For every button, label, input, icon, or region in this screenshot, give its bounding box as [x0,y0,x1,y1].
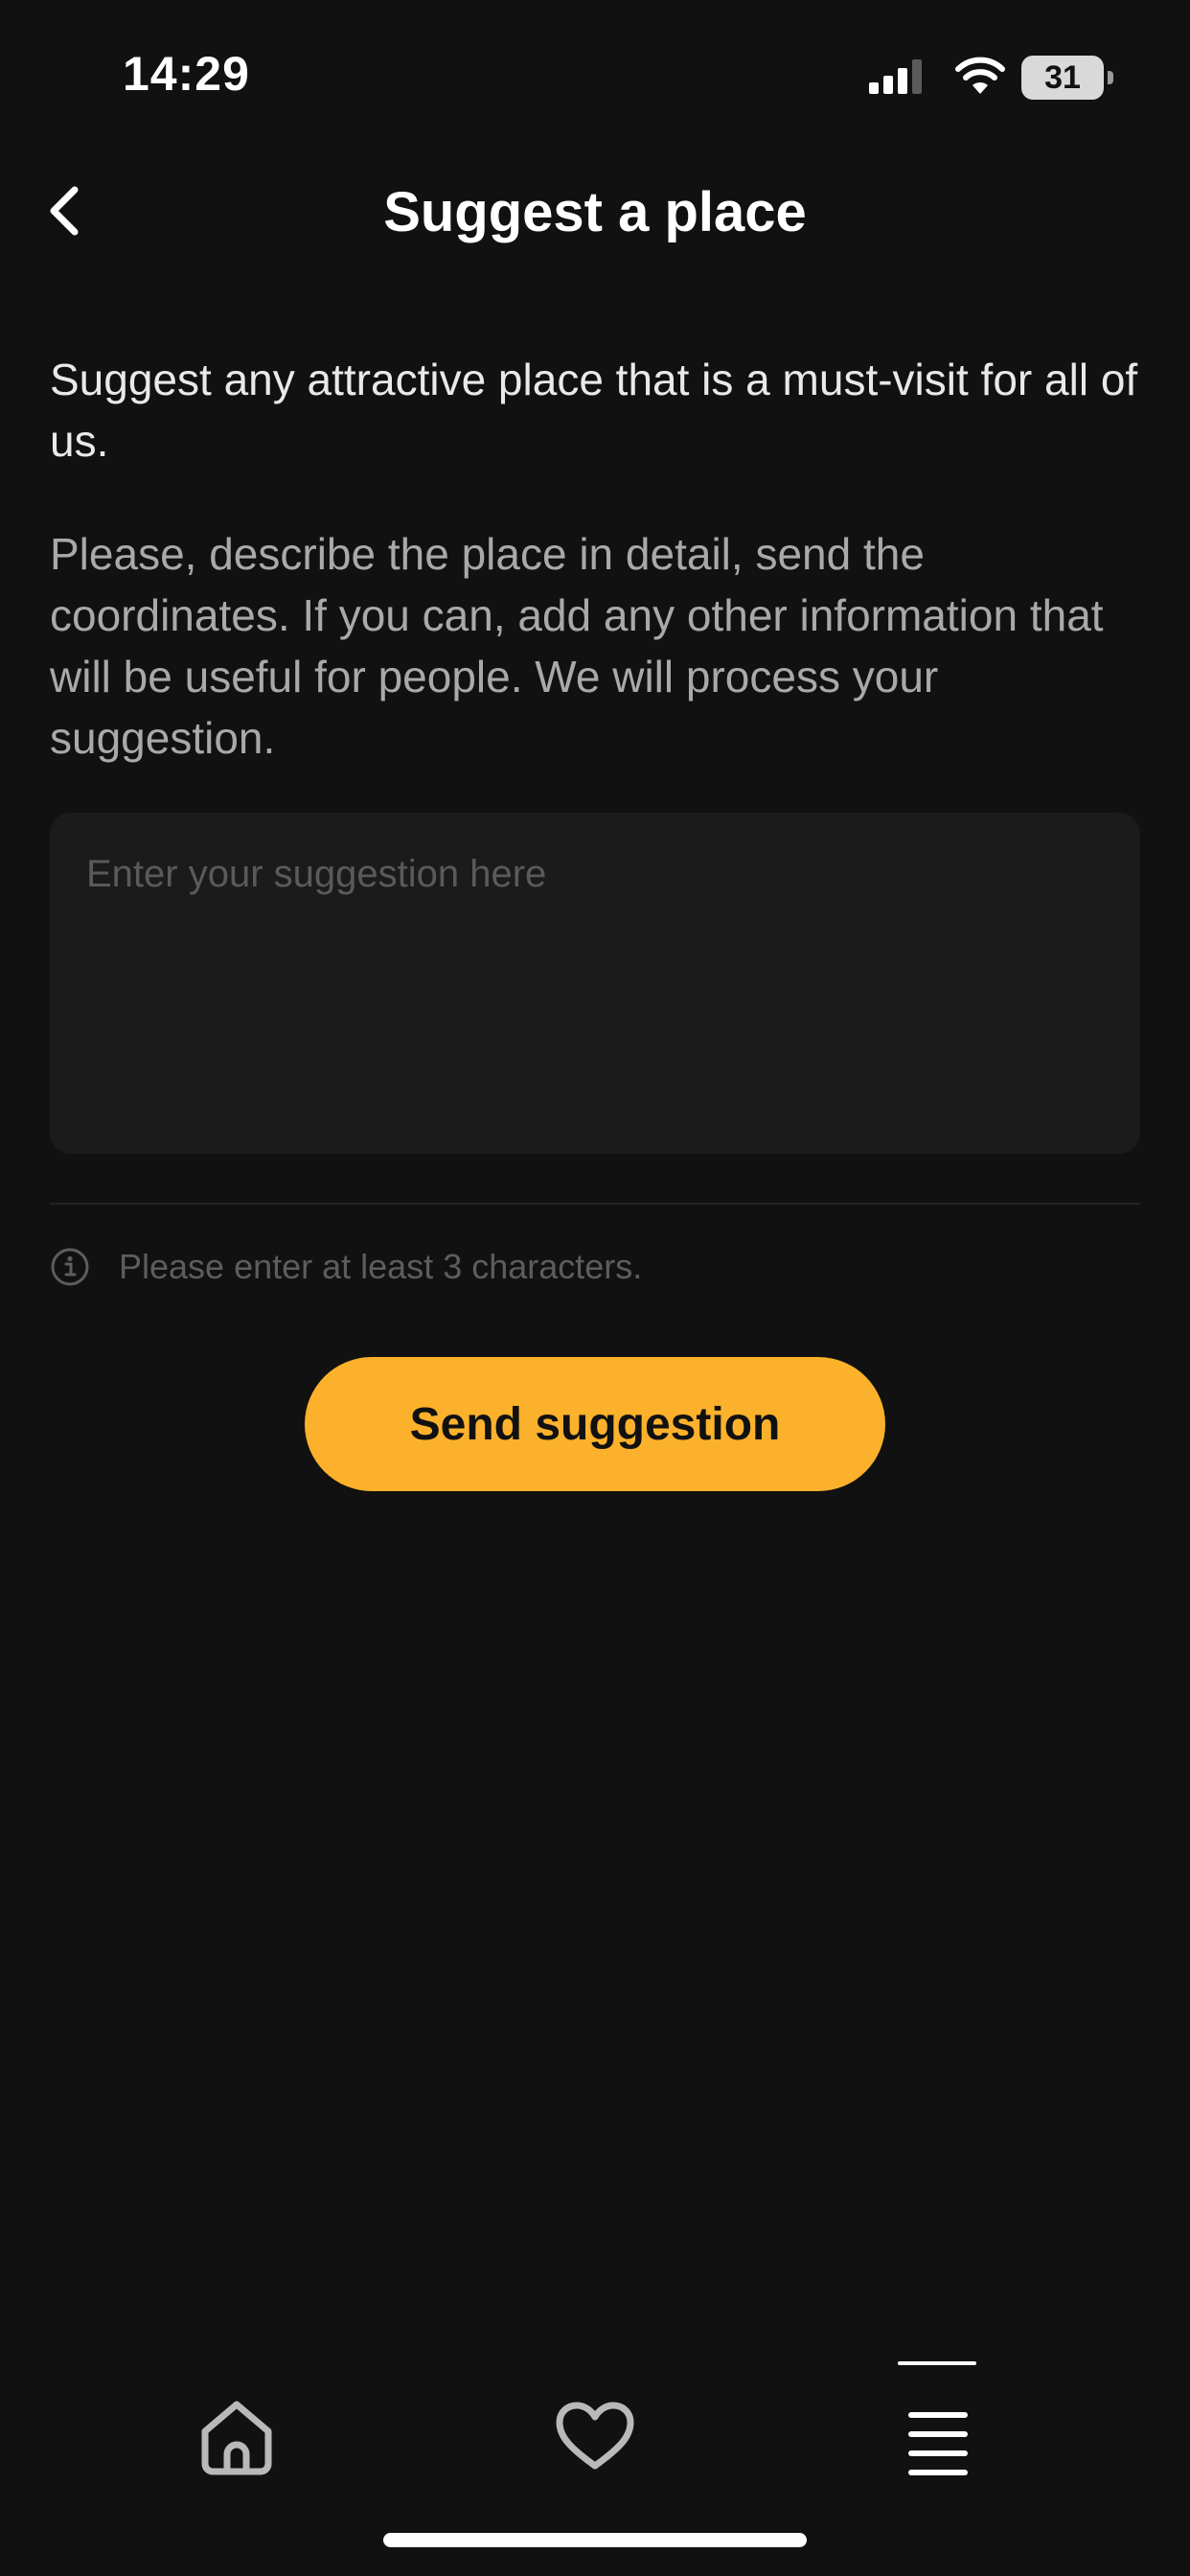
status-time: 14:29 [123,47,250,101]
nav-favorites[interactable] [542,2381,648,2487]
nav-menu[interactable] [889,2358,995,2475]
send-suggestion-button[interactable]: Send suggestion [305,1357,885,1491]
battery-icon: 31 [1021,56,1115,100]
detail-text: Please, describe the place in detail, se… [50,529,1104,763]
home-icon [201,2401,272,2475]
wifi-icon [955,57,1005,94]
battery-tip [1108,71,1113,84]
info-icon [51,1248,89,1286]
nav-home[interactable] [184,2381,289,2487]
page-title: Suggest a place [383,181,807,243]
divider [50,1203,1140,1205]
validation-hint: Please enter at least 3 characters. [50,1243,642,1291]
suggestion-input[interactable] [50,813,1140,1154]
status-bar: 14:29 31 [0,0,1190,153]
intro-text: Suggest any attractive place that is a m… [50,355,1138,466]
signal-icon [869,59,922,94]
hint-text: Please enter at least 3 characters. [119,1247,643,1286]
battery-level: 31 [1044,59,1081,96]
bottom-nav [0,2319,1190,2492]
home-indicator [383,2533,807,2547]
heart-icon [556,2402,634,2470]
menu-icon [898,2361,976,2475]
